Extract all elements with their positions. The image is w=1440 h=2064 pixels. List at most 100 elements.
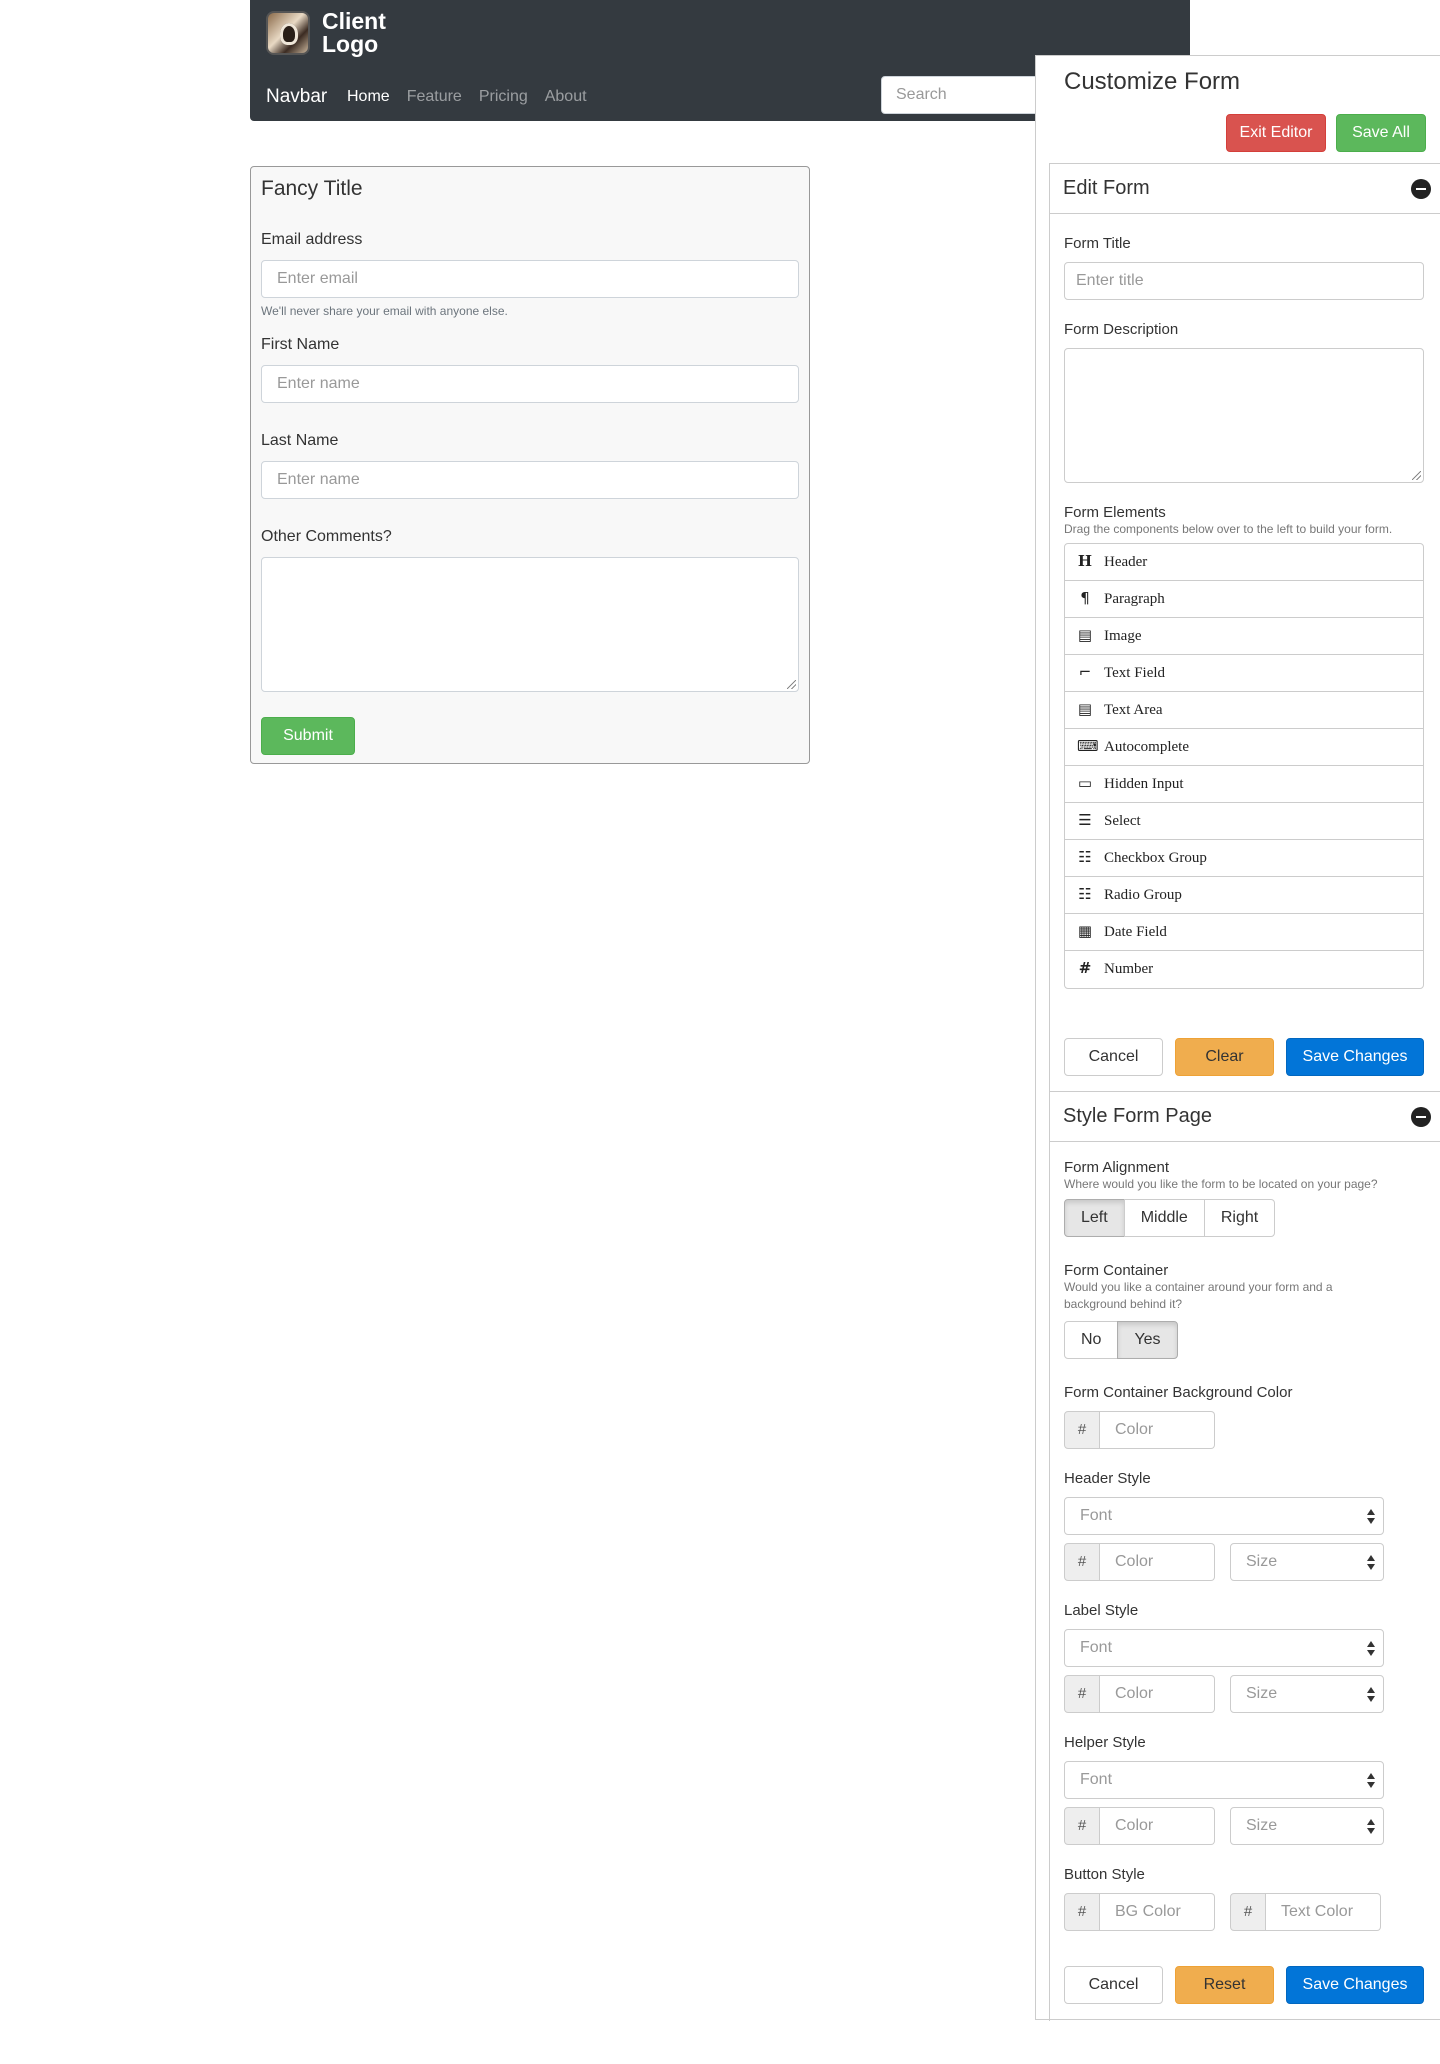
first-name-field[interactable]: Enter name xyxy=(261,365,799,403)
label-color-input-group: # Color xyxy=(1064,1675,1215,1713)
nav-link-about[interactable]: About xyxy=(545,88,587,106)
select-value: Font xyxy=(1080,1507,1113,1524)
element-label: Radio Group xyxy=(1104,887,1182,903)
form-alignment-help: Where would you like the form to be loca… xyxy=(1064,1177,1378,1191)
clear-button[interactable]: Clear xyxy=(1175,1038,1274,1076)
button-text-color-field[interactable]: Text Color xyxy=(1266,1893,1381,1931)
label-font-select[interactable]: Font xyxy=(1064,1629,1384,1667)
element-label: Select xyxy=(1104,813,1141,829)
checkbox-group-icon: ☷ xyxy=(1078,848,1092,866)
element-checkbox-group[interactable]: ☷ Checkbox Group xyxy=(1065,840,1423,877)
alignment-right-option[interactable]: Right xyxy=(1203,1199,1276,1237)
helper-font-select[interactable]: Font xyxy=(1064,1761,1384,1799)
nav-link-pricing[interactable]: Pricing xyxy=(479,88,528,106)
header-font-select[interactable]: Font xyxy=(1064,1497,1384,1535)
edit-save-changes-button[interactable]: Save Changes xyxy=(1286,1038,1424,1076)
save-all-button[interactable]: Save All xyxy=(1336,114,1426,152)
helper-color-input-group: # Color xyxy=(1064,1807,1215,1845)
header-icon: H xyxy=(1077,552,1093,570)
element-select[interactable]: ☰ Select xyxy=(1065,803,1423,840)
last-name-field[interactable]: Enter name xyxy=(261,461,799,499)
email-field[interactable]: Enter email xyxy=(261,260,799,298)
header-color-field[interactable]: Color xyxy=(1100,1543,1215,1581)
text-field-icon: ⌐ xyxy=(1078,663,1092,681)
paragraph-icon: ¶ xyxy=(1080,589,1090,607)
element-label: Text Field xyxy=(1104,665,1166,681)
first-name-label: First Name xyxy=(261,336,340,353)
reset-button[interactable]: Reset xyxy=(1175,1966,1274,2004)
autocomplete-icon: ⌨ xyxy=(1077,737,1099,755)
form-description-label: Form Description xyxy=(1064,321,1179,338)
bg-color-input-group: # Color xyxy=(1064,1411,1215,1449)
select-arrows-icon xyxy=(1367,1687,1375,1703)
collapse-minus-icon[interactable] xyxy=(1411,1107,1431,1127)
element-label: Number xyxy=(1104,961,1154,977)
button-text-color-input-group: # Text Color xyxy=(1230,1893,1381,1931)
button-style-label: Button Style xyxy=(1064,1866,1145,1883)
element-image[interactable]: ▤ Image xyxy=(1065,618,1423,655)
element-hidden-input[interactable]: ▭ Hidden Input xyxy=(1065,766,1423,803)
edit-cancel-button[interactable]: Cancel xyxy=(1064,1038,1163,1076)
form-container-help: Would you like a container around your f… xyxy=(1064,1280,1333,1311)
style-cancel-button[interactable]: Cancel xyxy=(1064,1966,1163,2004)
element-date-field[interactable]: ▦ Date Field xyxy=(1065,914,1423,951)
search-input[interactable]: Search xyxy=(881,76,1041,114)
select-arrows-icon xyxy=(1367,1819,1375,1835)
select-value: Font xyxy=(1080,1639,1113,1656)
bg-color-field[interactable]: Color xyxy=(1100,1411,1215,1449)
nav-link-feature[interactable]: Feature xyxy=(407,88,462,106)
element-text-area[interactable]: ▤ Text Area xyxy=(1065,692,1423,729)
element-autocomplete[interactable]: ⌨ Autocomplete xyxy=(1065,729,1423,766)
select-arrows-icon xyxy=(1367,1555,1375,1571)
comments-textarea[interactable] xyxy=(261,557,799,692)
alignment-toggle-group: Left Middle Right xyxy=(1064,1199,1276,1237)
header-color-input-group: # Color xyxy=(1064,1543,1215,1581)
element-header[interactable]: H Header xyxy=(1065,544,1423,581)
hidden-input-icon: ▭ xyxy=(1077,774,1093,792)
alignment-middle-option[interactable]: Middle xyxy=(1123,1199,1205,1237)
style-form-page-header[interactable]: Style Form Page xyxy=(1050,1092,1440,1142)
container-toggle-group: No Yes xyxy=(1064,1321,1178,1359)
edit-form-section: Edit Form Form Title Enter title Form De… xyxy=(1049,163,1440,1092)
resize-grip-icon[interactable] xyxy=(1412,471,1421,480)
style-save-changes-button[interactable]: Save Changes xyxy=(1286,1966,1424,2004)
client-logo-image[interactable] xyxy=(266,11,310,55)
element-label: Image xyxy=(1104,628,1142,644)
element-label: Paragraph xyxy=(1104,591,1165,607)
resize-grip-icon[interactable] xyxy=(787,680,796,689)
exit-editor-button[interactable]: Exit Editor xyxy=(1226,114,1326,152)
radio-group-icon: ☷ xyxy=(1078,885,1092,903)
helper-size-select[interactable]: Size xyxy=(1230,1807,1384,1845)
hash-icon: # xyxy=(1078,959,1092,977)
style-form-page-section: Style Form Page Form Alignment Where wou… xyxy=(1049,1091,1440,2021)
element-number[interactable]: # Number xyxy=(1065,951,1423,988)
submit-button[interactable]: Submit xyxy=(261,717,355,755)
select-value: Size xyxy=(1246,1685,1278,1702)
hash-addon: # xyxy=(1064,1893,1100,1931)
element-paragraph[interactable]: ¶ Paragraph xyxy=(1065,581,1423,618)
element-radio-group[interactable]: ☷ Radio Group xyxy=(1065,877,1423,914)
button-bg-color-field[interactable]: BG Color xyxy=(1100,1893,1215,1931)
collapse-minus-icon[interactable] xyxy=(1411,179,1431,199)
container-yes-option[interactable]: Yes xyxy=(1117,1321,1178,1359)
form-title-input[interactable]: Enter title xyxy=(1064,262,1424,300)
image-icon: ▤ xyxy=(1077,626,1093,644)
header-size-select[interactable]: Size xyxy=(1230,1543,1384,1581)
form-preview-card: Fancy Title Email address Enter email We… xyxy=(250,166,810,764)
element-text-field[interactable]: ⌐ Text Field xyxy=(1065,655,1423,692)
label-size-select[interactable]: Size xyxy=(1230,1675,1384,1713)
element-label: Date Field xyxy=(1104,924,1167,940)
select-value: Size xyxy=(1246,1553,1278,1570)
navbar-brand[interactable]: Navbar xyxy=(266,86,327,108)
client-logo-text[interactable]: Client Logo xyxy=(322,10,386,56)
form-description-textarea[interactable] xyxy=(1064,348,1424,483)
alignment-left-option[interactable]: Left xyxy=(1064,1199,1125,1237)
edit-form-header[interactable]: Edit Form xyxy=(1050,164,1440,214)
label-style-label: Label Style xyxy=(1064,1602,1139,1619)
nav-links: Home Feature Pricing About xyxy=(347,88,604,106)
helper-color-field[interactable]: Color xyxy=(1100,1807,1215,1845)
form-title: Fancy Title xyxy=(261,177,363,200)
container-no-option[interactable]: No xyxy=(1064,1321,1119,1359)
nav-link-home[interactable]: Home xyxy=(347,88,390,106)
label-color-field[interactable]: Color xyxy=(1100,1675,1215,1713)
